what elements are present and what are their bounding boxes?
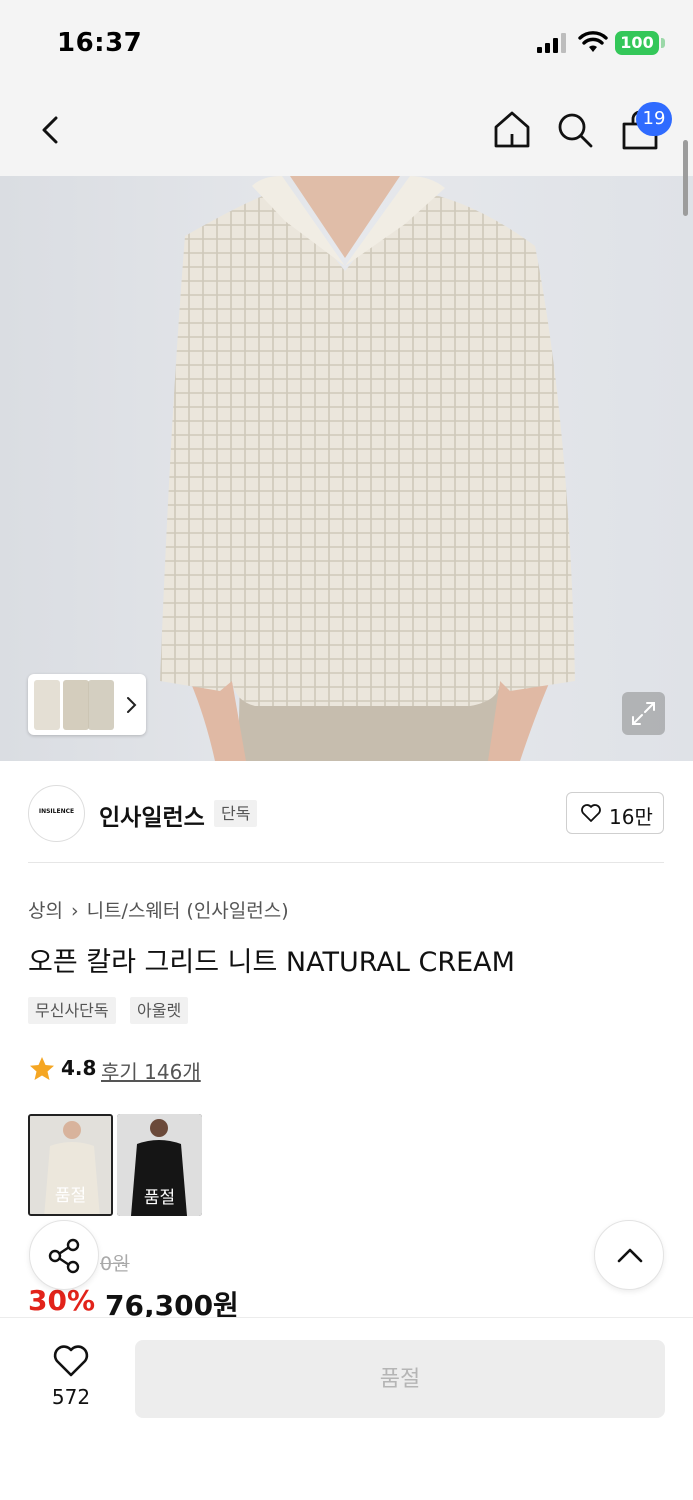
sold-out-label: 품절 <box>143 1188 176 1208</box>
breadcrumb: 상의 › 니트/스웨터 (인사일런스) <box>28 896 289 923</box>
image-thumbnail[interactable] <box>34 680 60 730</box>
chevron-up-icon <box>617 1248 643 1263</box>
product-title: 오픈 칼라 그리드 니트 NATURAL CREAM <box>28 947 515 978</box>
home-icon[interactable] <box>489 106 535 152</box>
status-time: 16:37 <box>57 28 143 58</box>
scroll-to-top-button[interactable] <box>594 1220 664 1290</box>
wishlist-count: 572 <box>51 1385 91 1409</box>
scrollbar[interactable] <box>683 140 688 216</box>
chevron-right-icon[interactable] <box>122 690 142 720</box>
brand-like-count: 16만 <box>609 805 653 829</box>
product-tag-exclusive: 무신사단독 <box>28 997 116 1024</box>
signal-icon <box>537 33 566 53</box>
divider <box>28 862 664 863</box>
sold-out-label: 품절 <box>54 1186 87 1206</box>
brand-name[interactable]: 인사일런스 <box>99 798 205 832</box>
back-arrow-icon[interactable] <box>30 108 74 152</box>
brand-logo-text: INSILENCE <box>38 808 75 815</box>
product-tag-outlet: 아울렛 <box>130 997 189 1024</box>
battery-tip <box>661 38 665 48</box>
chevron-right-icon: › <box>70 900 79 922</box>
cart-count-badge: 19 <box>636 102 672 136</box>
wifi-icon <box>578 31 608 52</box>
star-icon <box>30 1057 54 1080</box>
original-price: 0원 <box>100 1253 130 1275</box>
battery-indicator: 100 <box>615 31 659 55</box>
heart-icon[interactable] <box>52 1344 90 1378</box>
heart-icon <box>581 804 601 822</box>
image-thumbnail[interactable] <box>63 680 89 730</box>
rating-value: 4.8 <box>61 1056 97 1080</box>
expand-image-button[interactable] <box>622 692 665 735</box>
share-icon <box>48 1238 80 1274</box>
color-option-cream[interactable]: 품절 <box>28 1114 113 1216</box>
top-nav-bar <box>0 88 693 176</box>
status-bar: 16:37 100 <box>0 0 693 88</box>
buy-button[interactable]: 품절 <box>135 1340 665 1418</box>
brand-exclusive-tag: 단독 <box>214 800 258 827</box>
brand-logo[interactable]: INSILENCE <box>28 785 85 842</box>
review-link[interactable]: 후기 146개 <box>101 1056 201 1085</box>
breadcrumb-subcategory[interactable]: 니트/스웨터 (인사일런스) <box>87 900 289 922</box>
share-button[interactable] <box>29 1220 99 1290</box>
brand-like-button[interactable]: 16만 <box>566 792 664 834</box>
image-thumbnail[interactable] <box>88 680 114 730</box>
expand-icon <box>632 702 655 725</box>
search-icon[interactable] <box>553 108 597 152</box>
color-option-black[interactable]: 품절 <box>117 1114 202 1216</box>
breadcrumb-category[interactable]: 상의 <box>28 900 63 922</box>
